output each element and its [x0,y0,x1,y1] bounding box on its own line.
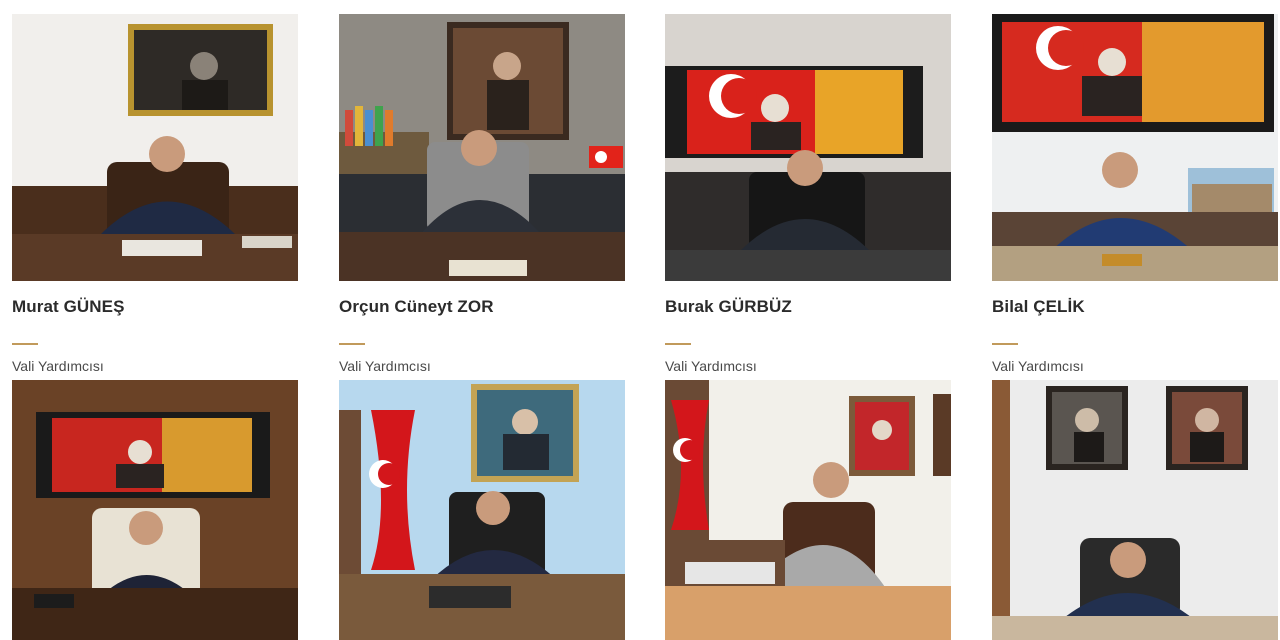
official-name[interactable]: Bilal ÇELİK [992,297,1085,317]
official-photo[interactable] [339,14,625,281]
official-photo[interactable] [12,14,298,281]
official-name[interactable]: Murat GÜNEŞ [12,297,125,317]
accent-divider [665,343,691,345]
official-title: Vali Yardımcısı [665,358,757,374]
official-photo[interactable] [665,14,951,281]
official-name[interactable]: Burak GÜRBÜZ [665,297,792,317]
accent-divider [339,343,365,345]
official-name[interactable]: Orçun Cüneyt ZOR [339,297,494,317]
officials-grid: Murat GÜNEŞ Vali Yardımcısı Orçun Cüneyt… [0,0,1280,640]
accent-divider [992,343,1018,345]
official-photo[interactable] [992,380,1278,640]
official-photo[interactable] [12,380,298,640]
official-title: Vali Yardımcısı [339,358,431,374]
official-title: Vali Yardımcısı [12,358,104,374]
official-photo[interactable] [339,380,625,640]
accent-divider [12,343,38,345]
official-photo[interactable] [992,14,1278,281]
official-title: Vali Yardımcısı [992,358,1084,374]
official-photo[interactable] [665,380,951,640]
